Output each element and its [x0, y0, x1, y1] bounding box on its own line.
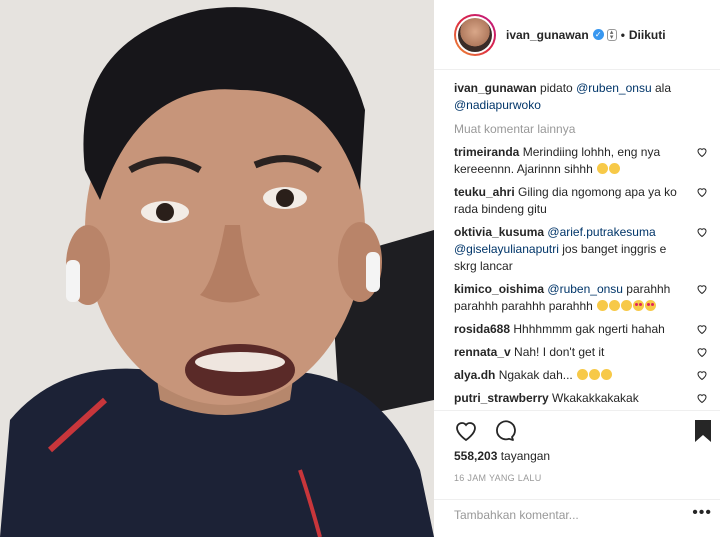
laughing-emoji-icon — [609, 300, 621, 311]
like-comment-heart-icon[interactable] — [696, 392, 708, 404]
comment-username[interactable]: rennata_v — [454, 345, 511, 359]
separator-dot: • — [620, 27, 625, 42]
comment-text: Hhhhmmm gak ngerti hahah — [510, 322, 665, 336]
comment-text: Nah! I don't get it — [510, 345, 605, 359]
comment-username[interactable]: teuku_ahri — [454, 185, 515, 199]
comment-text: Wkakakkakakak — [548, 391, 639, 405]
like-heart-icon[interactable] — [454, 419, 478, 443]
comment-item: alya.dh Ngakak dah... — [454, 367, 716, 384]
comment-item: kimico_oishima @ruben_onsu parahhh parah… — [454, 281, 716, 315]
laughing-emoji-icon — [597, 300, 609, 311]
comment-username[interactable]: trimeiranda — [454, 145, 519, 159]
weary-face-emoji-icon — [609, 163, 621, 174]
sort-arrows-icon: ▴ ▾ — [606, 28, 617, 41]
heart-eyes-emoji-icon — [633, 300, 645, 311]
comment-item: oktivia_kusuma @arief.putrakesuma @gisel… — [454, 224, 716, 275]
like-comment-heart-icon[interactable] — [696, 226, 708, 238]
post-header: ivan_gunawan ✓ ▴ ▾ • Diikuti — [434, 0, 720, 70]
comment-item: teuku_ahri Giling dia ngomong apa ya ko … — [454, 184, 716, 218]
laughing-emoji-icon — [621, 300, 633, 311]
caption-username[interactable]: ivan_gunawan — [454, 81, 537, 95]
weary-face-emoji-icon — [597, 163, 609, 174]
comment-username[interactable]: alya.dh — [454, 368, 495, 382]
heart-eyes-emoji-icon — [645, 300, 657, 311]
view-count-number: 558,203 — [454, 449, 498, 463]
avatar[interactable] — [454, 13, 496, 56]
caption-mention[interactable]: @ruben_onsu — [576, 81, 652, 95]
caption-text: pidato — [536, 81, 577, 95]
add-comment-input[interactable] — [454, 508, 674, 522]
bookmark-icon[interactable] — [692, 419, 714, 443]
post-timestamp: 16 JAM YANG LALU — [454, 473, 542, 483]
more-options-button[interactable]: ••• — [692, 504, 712, 522]
like-comment-heart-icon[interactable] — [696, 186, 708, 198]
laughing-emoji-icon — [601, 369, 613, 380]
follow-status-button[interactable]: Diikuti — [629, 28, 666, 42]
comment-username[interactable]: putri_strawberry — [454, 391, 549, 405]
laughing-emoji-icon — [589, 369, 601, 380]
video-frame — [0, 0, 434, 537]
comment-username[interactable]: kimico_oishima — [454, 282, 544, 296]
like-comment-heart-icon[interactable] — [696, 146, 708, 158]
view-count-label: tayangan — [497, 449, 551, 463]
header-username[interactable]: ivan_gunawan — [506, 28, 589, 42]
comment-item: rosida688 Hhhhmmm gak ngerti hahah — [454, 321, 716, 338]
load-more-comments-button[interactable]: Muat komentar lainnya — [454, 122, 716, 136]
comment-username[interactable]: oktivia_kusuma — [454, 225, 544, 239]
video-player[interactable] — [0, 0, 434, 537]
laughing-emoji-icon — [577, 369, 589, 380]
comment-item: putri_strawberry Wkakakkakakak — [454, 390, 716, 407]
action-icons — [454, 419, 516, 443]
verified-badge-icon: ✓ — [592, 29, 604, 40]
add-comment-section: ••• — [434, 499, 720, 531]
comment-mention[interactable]: @arief.putrakesuma — [547, 225, 655, 239]
like-comment-heart-icon[interactable] — [696, 283, 708, 295]
post-actions: 558,203 tayangan 16 JAM YANG LALU ••• — [434, 410, 720, 530]
post-panel: ivan_gunawan ✓ ▴ ▾ • Diikuti ivan_gunawan… — [434, 0, 720, 537]
post-caption: ivan_gunawan pidato @ruben_onsu ala @nad… — [454, 80, 716, 114]
caption-mention[interactable]: @nadiapurwoko — [454, 98, 541, 112]
comment-bubble-icon[interactable] — [492, 419, 516, 443]
caption-text: ala — [651, 81, 671, 95]
comment-mention[interactable]: @ruben_onsu — [547, 282, 623, 296]
comment-text: Ngakak dah... — [495, 368, 577, 382]
like-comment-heart-icon[interactable] — [696, 323, 708, 335]
like-comment-heart-icon[interactable] — [696, 369, 708, 381]
view-count: 558,203 tayangan — [454, 449, 550, 463]
like-comment-heart-icon[interactable] — [696, 346, 708, 358]
comment-mention[interactable]: @giselayulianaputri — [454, 242, 559, 256]
comment-list[interactable]: ivan_gunawan pidato @ruben_onsu ala @nad… — [454, 80, 716, 410]
comment-item: trimeiranda Merindiing lohhh, eng nya ke… — [454, 144, 716, 178]
comment-item: rennata_v Nah! I don't get it — [454, 344, 716, 361]
comment-username[interactable]: rosida688 — [454, 322, 510, 336]
